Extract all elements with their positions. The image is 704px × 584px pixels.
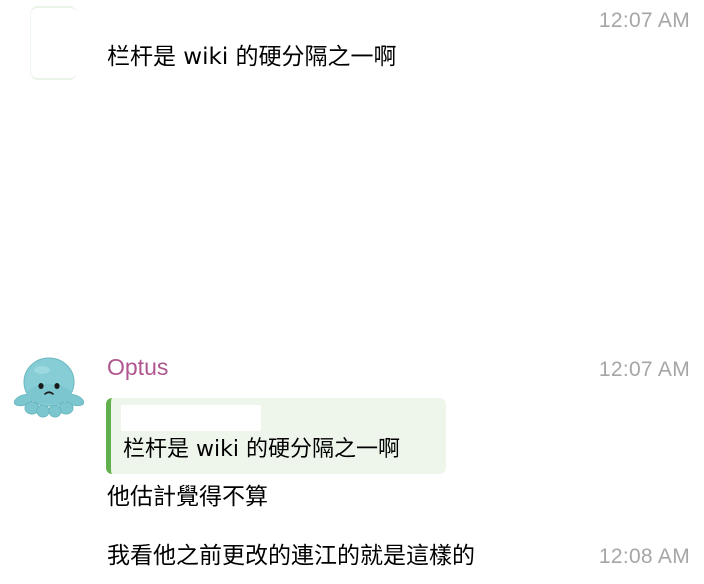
avatar-octopus-icon[interactable] xyxy=(12,354,86,418)
message-timestamp: 12:07 AM xyxy=(598,358,690,381)
message-text: 栏杆是 wiki 的硬分隔之一啊 xyxy=(107,44,397,70)
avatar-top[interactable] xyxy=(30,6,77,80)
message-timestamp: 12:08 AM xyxy=(598,545,690,568)
sender-name[interactable]: Optus xyxy=(107,354,168,381)
message-text: 他估計覺得不算 xyxy=(107,484,268,510)
reply-quote[interactable]: 栏杆是 wiki 的硬分隔之一啊 xyxy=(106,398,446,474)
quote-text: 栏杆是 wiki 的硬分隔之一啊 xyxy=(123,437,400,462)
message-text: 我看他之前更改的連江的就是這樣的 xyxy=(107,543,475,569)
quote-sender xyxy=(121,405,261,431)
message-timestamp: 12:07 AM xyxy=(598,9,690,32)
